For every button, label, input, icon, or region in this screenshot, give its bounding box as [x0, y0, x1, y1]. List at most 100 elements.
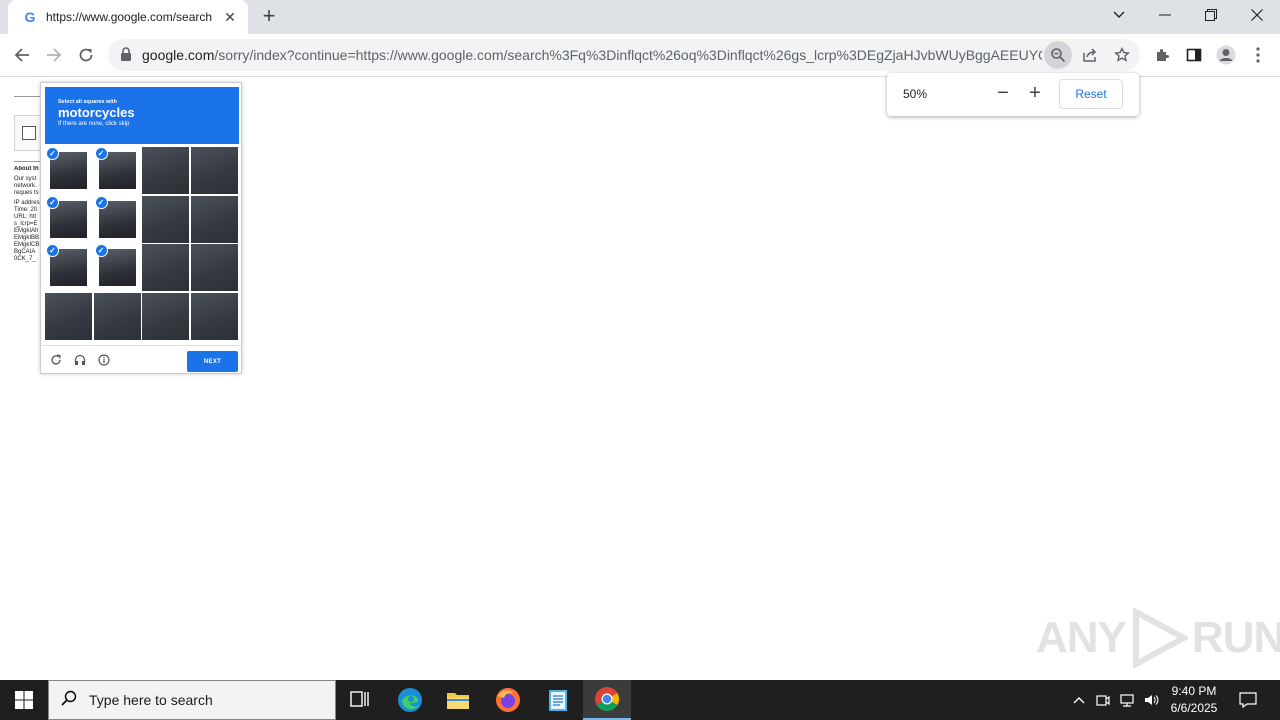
url-text: google.com/sorry/index?continue=https://…: [142, 47, 1042, 63]
browser-tab[interactable]: G https://www.google.com/search ✕: [8, 0, 248, 34]
reload-button[interactable]: [72, 41, 100, 69]
menu-kebab-icon[interactable]: [1244, 41, 1272, 69]
selected-check-icon: ✓: [94, 244, 108, 257]
address-bar[interactable]: google.com/sorry/index?continue=https://…: [108, 39, 1140, 71]
detail-line: 0CK_7_: [14, 256, 36, 262]
clock-time: 9:40 PM: [1171, 684, 1217, 698]
search-icon: [49, 690, 89, 711]
challenge-tile[interactable]: [142, 195, 189, 243]
windows-taskbar: Type here to search 9:40 PM 6/6/2025: [0, 680, 1280, 720]
url-host: google.com: [142, 47, 215, 63]
task-view-icon[interactable]: [336, 680, 384, 720]
body-line: network.: [14, 183, 37, 189]
restore-button[interactable]: [1188, 0, 1234, 30]
zoom-icon[interactable]: [1044, 41, 1072, 69]
firefox-icon[interactable]: [484, 680, 532, 720]
taskbar-search-box[interactable]: Type here to search: [48, 680, 336, 720]
notification-center-icon[interactable]: [1232, 680, 1264, 720]
google-g-icon: G: [24, 9, 36, 25]
taskbar-clock[interactable]: 9:40 PM 6/6/2025: [1162, 683, 1226, 717]
challenge-tile[interactable]: [190, 147, 238, 194]
challenge-tile[interactable]: ✓: [45, 147, 92, 194]
challenge-tile[interactable]: [190, 195, 238, 243]
challenge-header: Select all squares with motorcycles If t…: [45, 87, 239, 144]
extensions-puzzle-icon[interactable]: [1148, 41, 1176, 69]
challenge-tile[interactable]: [142, 292, 189, 340]
browser-toolbar: google.com/sorry/index?continue=https://…: [0, 34, 1280, 77]
tab-title: https://www.google.com/search: [46, 10, 213, 24]
edge-browser-icon[interactable]: [386, 680, 434, 720]
challenge-tile[interactable]: ✓: [93, 147, 141, 194]
selected-check-icon: ✓: [94, 147, 108, 160]
selected-check-icon: ✓: [46, 147, 59, 160]
challenge-hint: If there are none, click skip: [58, 121, 130, 127]
recaptcha-checkbox[interactable]: [22, 126, 36, 140]
body-line: Our syst: [14, 176, 37, 182]
minimize-button[interactable]: [1142, 0, 1188, 30]
tab-search-chevron-icon[interactable]: [1096, 0, 1142, 30]
tab-strip: G https://www.google.com/search ✕ +: [0, 0, 1280, 34]
reload-challenge-icon[interactable]: [49, 353, 63, 367]
body-line: reques ts: [14, 190, 39, 196]
next-button[interactable]: NEXT: [187, 351, 238, 372]
selected-check-icon: ✓: [46, 244, 59, 257]
clock-date: 6/6/2025: [1170, 701, 1218, 715]
info-icon[interactable]: [97, 353, 111, 367]
anyrun-watermark: ANY RUN: [1036, 606, 1280, 670]
challenge-tile[interactable]: [45, 292, 92, 340]
page-body-text: About th Our syst network. reques ts IP …: [14, 166, 41, 266]
network-icon[interactable]: [1116, 680, 1138, 720]
side-panel-icon[interactable]: [1180, 41, 1208, 69]
page-divider: [14, 161, 42, 162]
challenge-tile[interactable]: ✓: [93, 195, 141, 243]
challenge-tile[interactable]: [142, 244, 189, 291]
forward-button[interactable]: [40, 41, 68, 69]
notepad-icon[interactable]: [534, 680, 582, 720]
chrome-icon[interactable]: [583, 680, 631, 720]
share-icon[interactable]: [1076, 41, 1104, 69]
challenge-image-grid: ✓ ✓ ✓ ✓ ✓ ✓: [45, 147, 239, 341]
selected-check-icon: ✓: [94, 195, 108, 209]
zoom-popup: 50% − + Reset: [887, 73, 1139, 116]
detail-line: EMgkICB: [14, 242, 40, 248]
zoom-reset-button[interactable]: Reset: [1059, 79, 1123, 109]
challenge-tile[interactable]: [190, 292, 238, 340]
challenge-tile[interactable]: [142, 147, 189, 194]
show-hidden-icons-chevron-icon[interactable]: [1068, 680, 1090, 720]
screen: G https://www.google.com/search ✕ + goog…: [0, 0, 1280, 720]
challenge-footer: NEXT: [41, 345, 241, 373]
zoom-level: 50%: [903, 87, 928, 101]
page-divider: [14, 96, 42, 97]
zoom-out-button[interactable]: −: [991, 82, 1015, 106]
selected-check-icon: ✓: [46, 195, 59, 209]
lock-icon[interactable]: [120, 47, 134, 63]
profile-avatar-icon[interactable]: [1212, 41, 1240, 69]
detail-line: s_lcrp=E: [14, 221, 38, 227]
detail-line: BgCAIA: [14, 249, 36, 255]
audio-challenge-headphones-icon[interactable]: [73, 353, 87, 367]
back-button[interactable]: [8, 41, 36, 69]
challenge-tile[interactable]: [190, 244, 238, 291]
volume-icon[interactable]: [1140, 680, 1162, 720]
detail-line: Time: 20: [14, 207, 38, 213]
url-path: /sorry/index?continue=https://www.google…: [214, 47, 1042, 63]
meet-now-icon[interactable]: [1092, 680, 1114, 720]
bookmark-star-icon[interactable]: [1108, 41, 1136, 69]
tab-close-icon[interactable]: ✕: [222, 9, 238, 25]
new-tab-button[interactable]: +: [258, 5, 280, 28]
detail-line: URL: htt: [14, 214, 37, 220]
challenge-tile[interactable]: ✓: [45, 195, 92, 243]
windows-logo-icon: [15, 691, 33, 709]
watermark-left: ANY: [1036, 613, 1127, 662]
detail-line: IP addres: [14, 200, 40, 206]
zoom-in-button[interactable]: +: [1023, 82, 1047, 106]
close-window-button[interactable]: [1234, 0, 1280, 30]
file-explorer-icon[interactable]: [434, 680, 482, 720]
about-heading: About th: [14, 166, 39, 172]
detail-line: EMgkIAh: [14, 228, 39, 234]
challenge-tile[interactable]: ✓: [93, 244, 141, 291]
challenge-tile[interactable]: ✓: [45, 244, 92, 291]
challenge-tile[interactable]: [93, 292, 141, 340]
detail-line: EMgkIBB: [14, 235, 40, 241]
start-button[interactable]: [0, 680, 48, 720]
